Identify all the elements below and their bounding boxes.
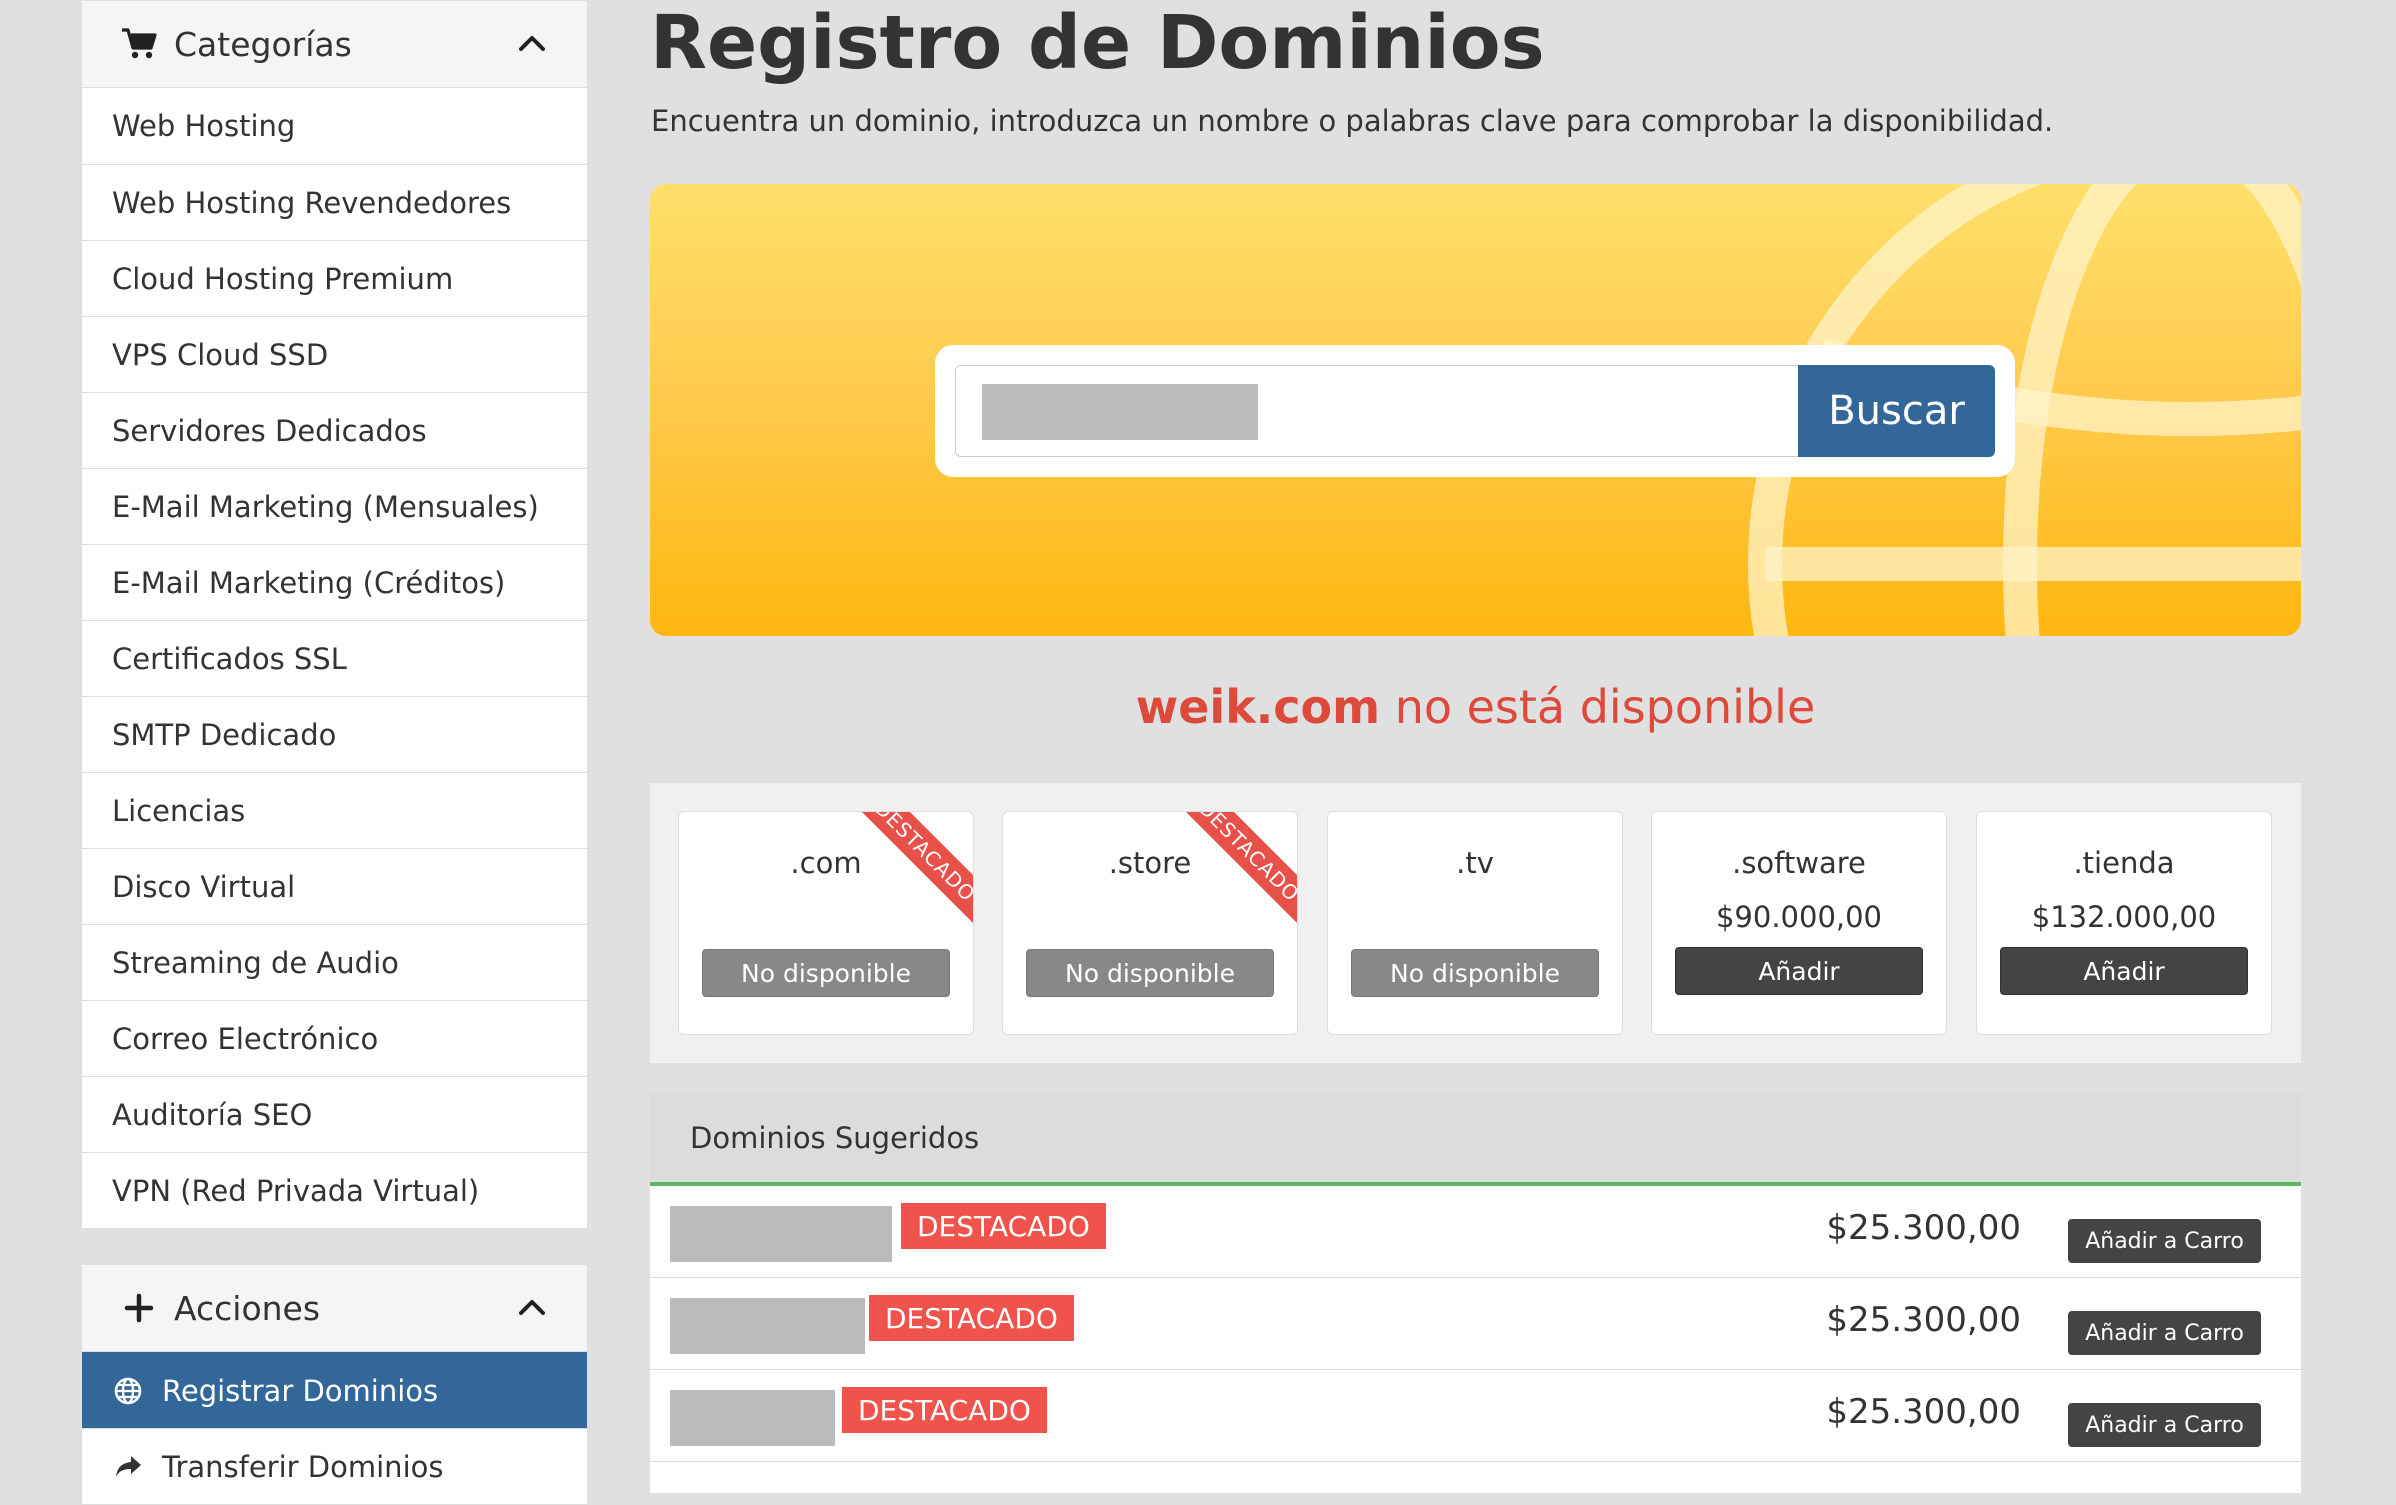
redacted-domain-name xyxy=(670,1206,892,1262)
tld-card-software: .software $90.000,00 Añadir xyxy=(1651,811,1947,1035)
page-subtitle: Encuentra un dominio, introduzca un nomb… xyxy=(651,104,2054,138)
sidebar-item-category[interactable]: Correo Electrónico xyxy=(82,1000,587,1076)
domain-price: $25.300,00 xyxy=(1826,1392,2021,1432)
sidebar-item-category[interactable]: E-Mail Marketing (Mensuales) xyxy=(82,468,587,544)
sidebar-item-label: Web Hosting Revendedores xyxy=(112,185,512,220)
tld-card-store: DESTACADO .store No disponible xyxy=(1002,811,1298,1035)
sidebar-item-label: Servidores Dedicados xyxy=(112,413,427,448)
tld-name: .software xyxy=(1732,846,1866,880)
sidebar-item-label: E-Mail Marketing (Mensuales) xyxy=(112,489,539,524)
sidebar-item-category[interactable]: SMTP Dedicado xyxy=(82,696,587,772)
sidebar-item-category[interactable]: VPN (Red Privada Virtual) xyxy=(82,1152,587,1228)
sidebar-item-category[interactable]: Licencias xyxy=(82,772,587,848)
unavailable-button: No disponible xyxy=(1026,949,1274,997)
sidebar-item-label: Licencias xyxy=(112,793,246,828)
add-to-cart-button[interactable]: Añadir a Carro xyxy=(2068,1403,2261,1447)
add-to-cart-button[interactable]: Añadir a Carro xyxy=(2068,1311,2261,1355)
sidebar-item-label: E-Mail Marketing (Créditos) xyxy=(112,565,506,600)
sidebar-item-category[interactable]: Web Hosting Revendedores xyxy=(82,164,587,240)
categories-title: Categorías xyxy=(174,24,352,64)
page-title: Registro de Dominios xyxy=(650,0,1545,86)
add-button[interactable]: Añadir xyxy=(2000,947,2248,995)
domain-price: $25.300,00 xyxy=(1826,1208,2021,1248)
unavailable-button: No disponible xyxy=(1351,949,1599,997)
sidebar-item-label: SMTP Dedicado xyxy=(112,717,337,752)
tld-card-com: DESTACADO .com No disponible xyxy=(678,811,974,1035)
tld-name: .store xyxy=(1108,846,1192,880)
sidebar-item-label: Disco Virtual xyxy=(112,869,296,904)
sidebar-item-category[interactable]: E-Mail Marketing (Créditos) xyxy=(82,544,587,620)
tld-name: .com xyxy=(790,846,862,880)
sidebar-item-label: Web Hosting xyxy=(112,109,296,143)
sidebar-item-label: Correo Electrónico xyxy=(112,1021,379,1056)
sidebar-item-label: Certificados SSL xyxy=(112,641,347,676)
status-message: no está disponible xyxy=(1394,680,1816,734)
sidebar-item-category[interactable]: Auditoría SEO xyxy=(82,1076,587,1152)
categories-panel: Categorías Web Hosting Web Hosting Revend… xyxy=(81,0,588,1229)
suggested-domain-row: DESTACADO $25.300,00 Añadir a Carro xyxy=(650,1370,2301,1462)
sidebar-item-label: Auditoría SEO xyxy=(112,1097,313,1132)
tld-name: .tienda xyxy=(2073,846,2175,880)
sidebar-item-category[interactable]: Servidores Dedicados xyxy=(82,392,587,468)
suggested-domain-row: DESTACADO $25.300,00 Añadir a Carro xyxy=(650,1186,2301,1278)
suggested-domains-header: Dominios Sugeridos xyxy=(650,1093,2301,1186)
actions-panel: Acciones Registrar Dominios Transferir D… xyxy=(81,1264,588,1505)
domain-search-input[interactable] xyxy=(955,365,1798,457)
search-button[interactable]: Buscar xyxy=(1798,365,1995,457)
tld-card-tienda: .tienda $132.000,00 Añadir xyxy=(1976,811,2272,1035)
categories-list: Web Hosting Web Hosting Revendedores Cloud… xyxy=(82,88,587,1228)
categories-header[interactable]: Categorías xyxy=(82,1,587,88)
sidebar-item-registrar-dominios[interactable]: Registrar Dominios xyxy=(82,1352,587,1428)
add-button[interactable]: Añadir xyxy=(1675,947,1923,995)
domain-search-hero: Buscar xyxy=(650,184,2301,636)
domain-price: $25.300,00 xyxy=(1826,1300,2021,1340)
tld-price: $132.000,00 xyxy=(2031,900,2217,934)
shopping-cart-icon xyxy=(120,25,158,63)
sidebar-item-category[interactable]: Disco Virtual xyxy=(82,848,587,924)
redacted-domain-name xyxy=(670,1390,835,1446)
chevron-up-icon[interactable] xyxy=(515,27,549,61)
sidebar-item-label: Transferir Dominios xyxy=(162,1449,444,1484)
featured-badge: DESTACADO xyxy=(901,1203,1106,1249)
suggested-domains-panel: Dominios Sugeridos DESTACADO $25.300,00 … xyxy=(650,1093,2301,1493)
actions-title: Acciones xyxy=(174,1288,321,1328)
sidebar-item-transferir-dominios[interactable]: Transferir Dominios xyxy=(82,1428,587,1504)
search-box: Buscar xyxy=(935,345,2015,477)
plus-icon xyxy=(120,1289,158,1327)
tld-spotlight: DESTACADO .com No disponible DESTACADO .… xyxy=(650,783,2301,1063)
sidebar-item-category[interactable]: Web Hosting xyxy=(82,88,587,164)
searched-domain: weik.com xyxy=(1135,680,1381,734)
suggested-domain-row: DESTACADO $25.300,00 Añadir a Carro xyxy=(650,1278,2301,1370)
sidebar-item-category[interactable]: Certificados SSL xyxy=(82,620,587,696)
sidebar-item-label: VPS Cloud SSD xyxy=(112,337,329,372)
featured-badge: DESTACADO xyxy=(842,1387,1047,1433)
actions-header[interactable]: Acciones xyxy=(82,1265,587,1352)
redacted-input-value xyxy=(982,384,1258,440)
sidebar-item-category[interactable]: Cloud Hosting Premium xyxy=(82,240,587,316)
tld-price: $90.000,00 xyxy=(1715,900,1883,934)
unavailable-button: No disponible xyxy=(702,949,950,997)
availability-status: weik.com no está disponible xyxy=(650,680,2301,734)
sidebar-item-label: VPN (Red Privada Virtual) xyxy=(112,1173,480,1208)
sidebar-item-category[interactable]: Streaming de Audio xyxy=(82,924,587,1000)
sidebar-item-label: Registrar Dominios xyxy=(162,1373,439,1408)
sidebar-item-category[interactable]: VPS Cloud SSD xyxy=(82,316,587,392)
featured-badge: DESTACADO xyxy=(869,1295,1074,1341)
sidebar-item-label: Cloud Hosting Premium xyxy=(112,261,454,296)
tld-card-tv: .tv No disponible xyxy=(1327,811,1623,1035)
chevron-up-icon[interactable] xyxy=(515,1291,549,1325)
add-to-cart-button[interactable]: Añadir a Carro xyxy=(2068,1219,2261,1263)
globe-icon xyxy=(112,1375,144,1407)
redacted-domain-name xyxy=(670,1298,865,1354)
sidebar-item-label: Streaming de Audio xyxy=(112,945,399,980)
tld-name: .tv xyxy=(1456,846,1494,880)
share-arrow-icon xyxy=(112,1451,144,1483)
